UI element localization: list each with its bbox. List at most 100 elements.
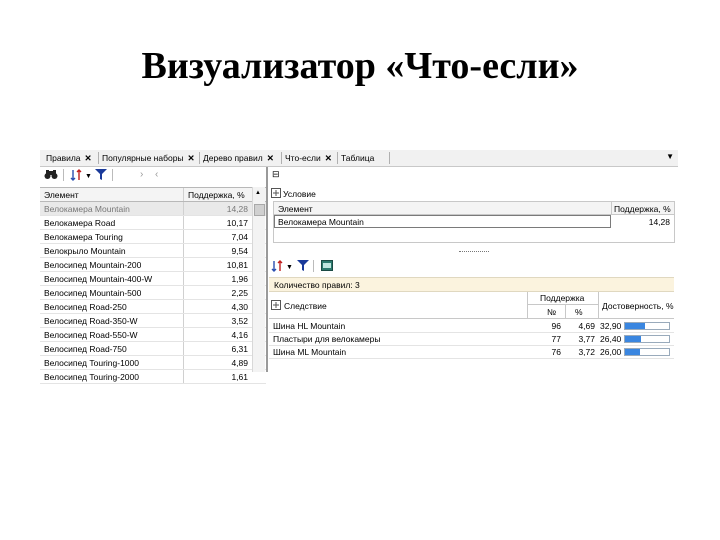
table-row[interactable]: Велокамера Road 10,17: [40, 216, 266, 230]
close-icon[interactable]: ✕: [267, 153, 274, 163]
sort-icon[interactable]: [70, 169, 82, 185]
consequent-icon: [271, 300, 281, 312]
filter-icon[interactable]: [95, 169, 107, 184]
element-name: Велокрыло Mountain: [44, 246, 126, 256]
table-row[interactable]: Велосипед Touring-1000 4,89: [40, 356, 266, 370]
table-row[interactable]: Велокамера Touring 7,04: [40, 230, 266, 244]
resize-grip[interactable]: [459, 251, 489, 253]
element-name: Велосипед Mountain-400-W: [44, 274, 153, 284]
support-value: 7,04: [231, 232, 248, 242]
col-support[interactable]: Поддержка, %: [614, 204, 671, 214]
table-row[interactable]: Велосипед Touring-2000 1,61: [40, 370, 266, 384]
confidence-value: 32,90: [600, 321, 622, 331]
support-value: 10,17: [226, 218, 248, 228]
vertical-scrollbar[interactable]: ▲: [252, 187, 265, 372]
col-element[interactable]: Элемент: [44, 190, 79, 200]
pane-splitter[interactable]: [266, 167, 268, 372]
condition-title: Условие: [283, 189, 316, 199]
table-row[interactable]: Велокамера Mountain 14,28: [40, 202, 266, 216]
close-icon[interactable]: ✕: [325, 153, 332, 163]
tab-table[interactable]: Таблица: [341, 153, 374, 165]
scrollbar-thumb[interactable]: [254, 204, 265, 216]
tab-divider: [281, 152, 282, 164]
elements-grid: Элемент Поддержка, % Велокамера Mountain…: [40, 187, 266, 384]
data-mining-viewer: Правила ✕ Популярные наборы ✕ Дерево прави…: [40, 150, 678, 384]
close-icon[interactable]: ✕: [188, 153, 195, 163]
table-row[interactable]: Шина HL Mountain 96 4,69 32,90: [269, 319, 674, 333]
tab-divider: [98, 152, 99, 164]
support-value: 2,25: [231, 288, 248, 298]
slide-title: Визуализатор «Что-если»: [141, 45, 579, 87]
col-element[interactable]: Элемент: [278, 204, 313, 214]
sort-dropdown-icon[interactable]: ▼: [85, 171, 92, 183]
tab-what-if[interactable]: Что-если ✕: [285, 153, 332, 165]
element-name: Велокамера Mountain: [44, 204, 130, 214]
condition-grid-header: Элемент Поддержка, %: [274, 202, 674, 215]
col-consequent[interactable]: Следствие: [284, 301, 327, 311]
tab-divider: [199, 152, 200, 164]
table-row[interactable]: Велокрыло Mountain 9,54: [40, 244, 266, 258]
element-name: Велосипед Mountain-200: [44, 260, 142, 270]
condition-element: Велокамера Mountain: [278, 217, 364, 227]
tab-divider: [389, 152, 390, 164]
divider: [313, 260, 315, 276]
condition-row[interactable]: Велокамера Mountain: [274, 215, 611, 228]
close-icon[interactable]: ✕: [85, 153, 92, 163]
sort-dropdown-icon[interactable]: ▼: [286, 262, 293, 274]
tab-divider: [337, 152, 338, 164]
condition-support: 14,28: [648, 217, 670, 227]
consequent-name: Шина ML Mountain: [273, 347, 347, 357]
next-icon[interactable]: ›: [140, 169, 143, 181]
export-icon[interactable]: [321, 260, 333, 275]
element-name: Велосипед Road-250: [44, 302, 127, 312]
confidence-bar-fill: [625, 323, 645, 329]
table-row[interactable]: Пластыри для велокамеры 77 3,77 26,40: [269, 332, 674, 346]
confidence-bar-fill: [625, 349, 641, 355]
col-num[interactable]: №: [547, 307, 556, 317]
left-toolbar: ▼ › ‹: [40, 167, 266, 185]
support-value: 1,61: [231, 372, 248, 382]
binoculars-icon[interactable]: [44, 169, 58, 184]
table-row[interactable]: Велосипед Road-750 6,31: [40, 342, 266, 356]
support-value: 14,28: [226, 204, 248, 214]
support-value: 9,54: [231, 246, 248, 256]
tab-popular-itemsets[interactable]: Популярные наборы ✕: [102, 153, 195, 165]
rule-pct: 3,72: [578, 347, 595, 357]
table-row[interactable]: Велосипед Road-250 4,30: [40, 300, 266, 314]
consequent-name: Пластыри для велокамеры: [273, 334, 381, 344]
element-name: Велосипед Road-750: [44, 344, 127, 354]
rules-grid-header: Следствие Поддержка № % Достоверность, %: [269, 292, 674, 319]
table-row[interactable]: Шина ML Mountain 76 3,72 26,00: [269, 345, 674, 359]
rules-count: Количество правил: 3: [274, 280, 360, 290]
confidence-bar: [624, 322, 670, 330]
tab-strip: Правила ✕ Популярные наборы ✕ Дерево прави…: [40, 150, 678, 167]
tab-menu-icon[interactable]: ▼: [666, 152, 674, 161]
divider: [63, 169, 65, 185]
table-row[interactable]: Велосипед Road-350-W 3,52: [40, 314, 266, 328]
element-name: Велосипед Touring-1000: [44, 358, 139, 368]
col-support-group[interactable]: Поддержка: [540, 293, 584, 303]
expand-icon[interactable]: ⊟: [272, 169, 280, 180]
prev-icon[interactable]: ‹: [155, 169, 158, 181]
scroll-up-icon[interactable]: ▲: [255, 190, 261, 196]
rule-pct: 3,77: [578, 334, 595, 344]
divider: [112, 169, 114, 185]
table-row[interactable]: Велосипед Mountain-200 10,81: [40, 258, 266, 272]
table-row[interactable]: Велосипед Mountain-400-W 1,96: [40, 272, 266, 286]
tab-rules[interactable]: Правила ✕: [46, 153, 92, 165]
table-row[interactable]: Велосипед Road-550-W 4,16: [40, 328, 266, 342]
col-support[interactable]: Поддержка, %: [188, 190, 245, 200]
what-if-pane: ⊟ Условие Элемент Поддержка, % Велокамер…: [269, 167, 678, 372]
confidence-value: 26,00: [600, 347, 622, 357]
col-confidence[interactable]: Достоверность, %: [602, 301, 674, 311]
tab-rule-tree[interactable]: Дерево правил ✕: [203, 153, 274, 165]
element-name: Велокамера Touring: [44, 232, 123, 242]
sort-icon[interactable]: [271, 260, 283, 276]
element-name: Велосипед Mountain-500: [44, 288, 142, 298]
rule-pct: 4,69: [578, 321, 595, 331]
filter-icon[interactable]: [297, 260, 309, 275]
element-name: Велокамера Road: [44, 218, 116, 228]
element-name: Велосипед Road-550-W: [44, 330, 138, 340]
table-row[interactable]: Велосипед Mountain-500 2,25: [40, 286, 266, 300]
col-pct[interactable]: %: [575, 307, 583, 317]
